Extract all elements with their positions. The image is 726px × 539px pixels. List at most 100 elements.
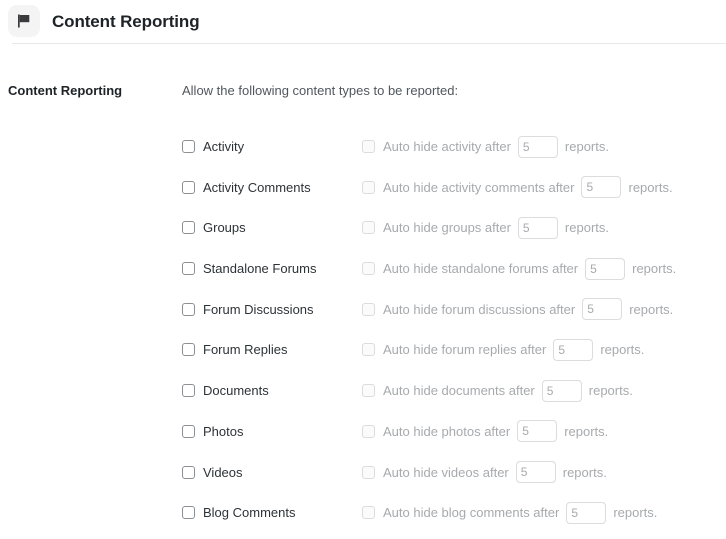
checkbox-groups[interactable] [182, 221, 195, 235]
auto-hide-checkbox-activity[interactable] [362, 140, 375, 154]
fields-intro-text: Allow the following content types to be … [182, 83, 459, 98]
checkbox-activity-comments[interactable] [182, 180, 195, 194]
auto-hide-group-videos: Auto hide videos after reports. [362, 461, 607, 484]
auto-hide-label-blog-comments: Auto hide blog comments after [383, 505, 560, 521]
auto-hide-threshold-input-documents[interactable] [541, 379, 582, 402]
checkbox-photos[interactable] [182, 424, 195, 438]
checkbox-activity[interactable] [182, 140, 195, 154]
reports-text-activity: reports. [564, 139, 609, 155]
content-type-toggle-group: Blog Comments [182, 505, 362, 521]
reports-text-groups: reports. [564, 220, 609, 236]
reports-text-videos: reports. [562, 464, 607, 480]
reports-text-standalone-forums: reports. [632, 261, 677, 277]
auto-hide-threshold-input-standalone-forums[interactable] [585, 257, 626, 280]
auto-hide-threshold-input-forum-replies[interactable] [553, 338, 594, 361]
checkbox-documents[interactable] [182, 384, 195, 398]
auto-hide-checkbox-photos[interactable] [362, 424, 375, 438]
auto-hide-threshold-input-blog-comments[interactable] [566, 501, 607, 524]
content-type-toggle-group: Videos [182, 464, 362, 480]
page-header: Content Reporting [0, 0, 726, 44]
checkbox-label-standalone-forums: Standalone Forums [203, 261, 317, 277]
auto-hide-label-activity-comments: Auto hide activity comments after [383, 179, 575, 195]
checkbox-label-forum-replies: Forum Replies [203, 342, 288, 358]
content-type-row: Forum Discussions Auto hide forum discuss… [182, 289, 718, 330]
content-type-toggle-group: Activity [182, 139, 362, 155]
settings-body: Content Reporting Allow the following co… [0, 44, 726, 533]
auto-hide-group-documents: Auto hide documents after reports. [362, 379, 633, 402]
content-type-row: Blog Comments Auto hide blog comments aft… [182, 492, 718, 533]
auto-hide-label-forum-discussions: Auto hide forum discussions after [383, 301, 576, 317]
content-type-toggle-group: Forum Replies [182, 342, 362, 358]
auto-hide-label-groups: Auto hide groups after [383, 220, 511, 236]
checkbox-standalone-forums[interactable] [182, 262, 195, 276]
auto-hide-group-groups: Auto hide groups after reports. [362, 216, 609, 239]
reports-text-forum-discussions: reports. [629, 301, 674, 317]
auto-hide-label-photos: Auto hide photos after [383, 423, 511, 439]
auto-hide-checkbox-videos[interactable] [362, 465, 375, 479]
content-type-row: Standalone Forums Auto hide standalone fo… [182, 248, 718, 289]
auto-hide-threshold-input-activity-comments[interactable] [581, 176, 622, 199]
checkbox-label-activity-comments: Activity Comments [203, 179, 311, 195]
auto-hide-label-documents: Auto hide documents after [383, 383, 535, 399]
auto-hide-checkbox-activity-comments[interactable] [362, 180, 375, 194]
reports-text-forum-replies: reports. [600, 342, 645, 358]
reports-text-activity-comments: reports. [628, 179, 673, 195]
auto-hide-label-activity: Auto hide activity after [383, 139, 511, 155]
checkbox-label-activity: Activity [203, 139, 245, 155]
auto-hide-group-forum-replies: Auto hide forum replies after reports. [362, 338, 645, 361]
content-type-row: Videos Auto hide videos after reports. [182, 452, 718, 493]
content-type-row: Groups Auto hide groups after reports. [182, 208, 718, 249]
checkbox-label-blog-comments: Blog Comments [203, 505, 296, 521]
checkbox-blog-comments[interactable] [182, 506, 195, 520]
section-label: Content Reporting [8, 83, 123, 98]
auto-hide-threshold-input-photos[interactable] [517, 420, 558, 443]
checkbox-label-videos: Videos [203, 464, 243, 480]
checkbox-label-documents: Documents [203, 383, 269, 399]
content-type-toggle-group: Photos [182, 423, 362, 439]
checkbox-label-photos: Photos [203, 423, 244, 439]
reports-text-photos: reports. [564, 423, 609, 439]
auto-hide-checkbox-forum-replies[interactable] [362, 343, 375, 357]
content-type-row: Documents Auto hide documents after report… [182, 370, 718, 411]
auto-hide-label-forum-replies: Auto hide forum replies after [383, 342, 547, 358]
content-type-toggle-group: Groups [182, 220, 362, 236]
content-type-row: Forum Replies Auto hide forum replies aft… [182, 330, 718, 371]
content-type-row: Activity Comments Auto hide activity comm… [182, 167, 718, 208]
section-label-column: Content Reporting [0, 82, 182, 100]
flag-icon [8, 5, 40, 37]
auto-hide-label-videos: Auto hide videos after [383, 464, 509, 480]
auto-hide-group-forum-discussions: Auto hide forum discussions after reports… [362, 298, 674, 321]
content-type-toggle-group: Standalone Forums [182, 261, 362, 277]
auto-hide-group-standalone-forums: Auto hide standalone forums after reports… [362, 257, 677, 280]
auto-hide-group-activity-comments: Auto hide activity comments after reports… [362, 176, 673, 199]
checkbox-forum-replies[interactable] [182, 343, 195, 357]
header-divider [12, 43, 726, 44]
auto-hide-checkbox-groups[interactable] [362, 221, 375, 235]
content-type-row: Activity Auto hide activity after reports. [182, 126, 718, 167]
content-type-row: Photos Auto hide photos after reports. [182, 411, 718, 452]
auto-hide-group-activity: Auto hide activity after reports. [362, 135, 609, 158]
auto-hide-group-photos: Auto hide photos after reports. [362, 420, 609, 443]
fields-column: Allow the following content types to be … [182, 82, 726, 533]
auto-hide-checkbox-documents[interactable] [362, 384, 375, 398]
content-type-toggle-group: Activity Comments [182, 179, 362, 195]
checkbox-label-forum-discussions: Forum Discussions [203, 301, 314, 317]
auto-hide-threshold-input-forum-discussions[interactable] [582, 298, 623, 321]
auto-hide-label-standalone-forums: Auto hide standalone forums after [383, 261, 579, 277]
content-type-list: Activity Auto hide activity after reports.… [182, 126, 718, 533]
auto-hide-threshold-input-activity[interactable] [517, 135, 558, 158]
reports-text-documents: reports. [588, 383, 633, 399]
reports-text-blog-comments: reports. [613, 505, 658, 521]
checkbox-label-groups: Groups [203, 220, 246, 236]
checkbox-forum-discussions[interactable] [182, 302, 195, 316]
content-type-toggle-group: Forum Discussions [182, 301, 362, 317]
auto-hide-checkbox-blog-comments[interactable] [362, 506, 375, 520]
auto-hide-threshold-input-videos[interactable] [515, 461, 556, 484]
page-title: Content Reporting [52, 12, 200, 31]
checkbox-videos[interactable] [182, 465, 195, 479]
auto-hide-group-blog-comments: Auto hide blog comments after reports. [362, 501, 658, 524]
auto-hide-checkbox-standalone-forums[interactable] [362, 262, 375, 276]
auto-hide-checkbox-forum-discussions[interactable] [362, 302, 375, 316]
auto-hide-threshold-input-groups[interactable] [517, 216, 558, 239]
content-type-toggle-group: Documents [182, 383, 362, 399]
